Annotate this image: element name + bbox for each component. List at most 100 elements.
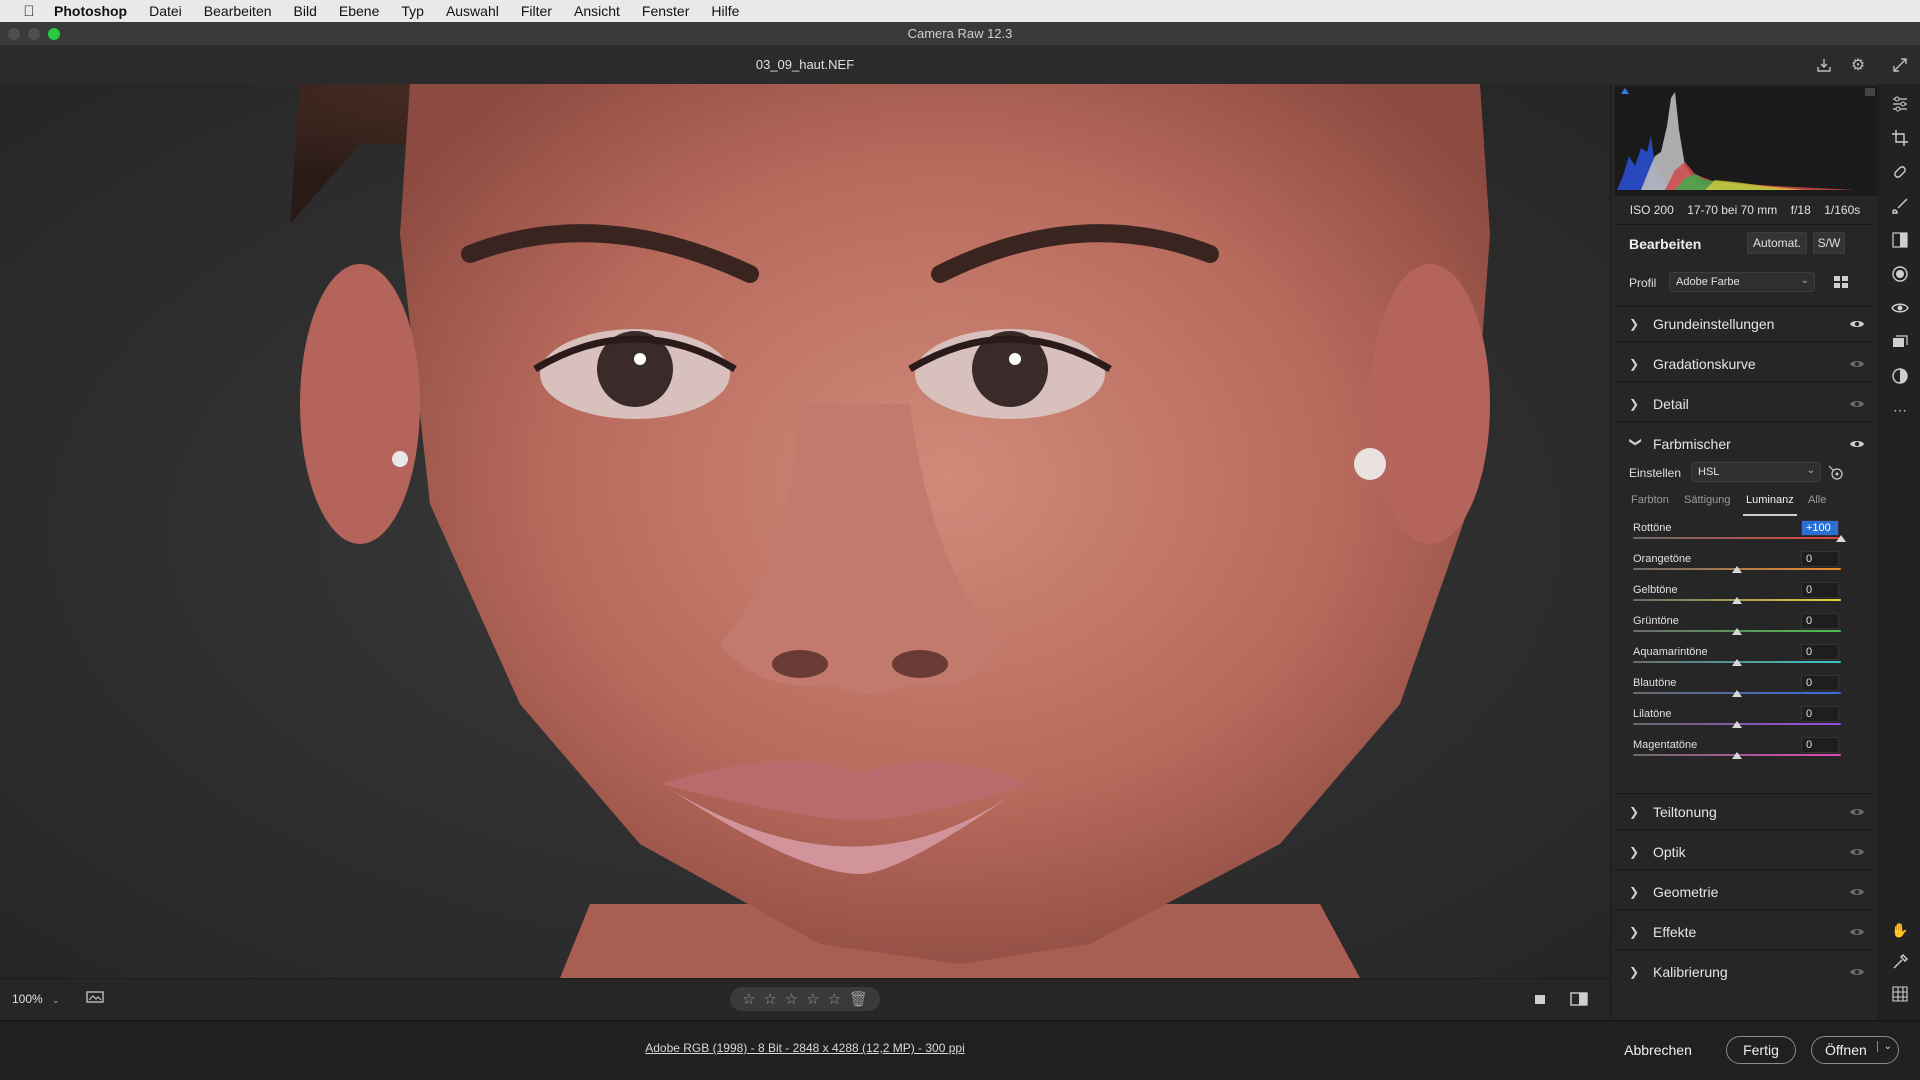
menu-hilfe[interactable]: Hilfe <box>711 3 739 19</box>
trash-icon[interactable]: 🗑 <box>849 990 868 1008</box>
slider-thumb[interactable] <box>1732 566 1742 573</box>
edit-panel: ISO 200 17-70 bei 70 mm f/18 1/160s Bear… <box>1610 84 1878 1020</box>
more-icon[interactable]: ⋯ <box>1890 400 1910 420</box>
eye-icon[interactable] <box>1849 396 1865 412</box>
star-4-icon[interactable]: ☆ <box>806 990 819 1008</box>
eye-icon[interactable] <box>1849 924 1865 940</box>
chevron-down-icon[interactable]: ⌄ <box>1876 1041 1892 1052</box>
tab-luminanz[interactable]: Luminanz <box>1746 494 1794 506</box>
image-canvas[interactable] <box>0 84 1610 978</box>
slider-value-input[interactable]: 0 <box>1801 551 1839 567</box>
eye-icon[interactable] <box>1849 964 1865 980</box>
zoom-level-select[interactable]: 100% ⌄ <box>12 992 60 1006</box>
cancel-button[interactable]: Abbrechen <box>1612 1036 1704 1064</box>
slider-thumb[interactable] <box>1732 628 1742 635</box>
window-title: Camera Raw 12.3 <box>907 26 1013 41</box>
snapshots-icon[interactable] <box>1890 332 1910 352</box>
slider-value-input[interactable]: 0 <box>1801 613 1839 629</box>
grid-icon[interactable] <box>1890 984 1910 1004</box>
slider-thumb[interactable] <box>1732 659 1742 666</box>
zoom-window-button[interactable] <box>48 28 60 40</box>
color-sampler-icon[interactable] <box>1890 952 1910 972</box>
star-3-icon[interactable]: ☆ <box>785 990 798 1008</box>
section-optik[interactable]: ❯ Optik <box>1611 836 1879 868</box>
close-window-button[interactable] <box>8 28 20 40</box>
healing-brush-icon[interactable] <box>1890 162 1910 182</box>
slider-value-input[interactable]: 0 <box>1801 737 1839 753</box>
slider-value-input[interactable]: 0 <box>1801 675 1839 691</box>
eye-icon[interactable] <box>1849 804 1865 820</box>
menu-fenster[interactable]: Fenster <box>642 3 689 19</box>
sliders-icon[interactable] <box>1890 94 1910 114</box>
profile-browser-icon[interactable] <box>1833 274 1849 290</box>
menu-datei[interactable]: Datei <box>149 3 182 19</box>
section-detail[interactable]: ❯ Detail <box>1611 388 1879 420</box>
profile-select[interactable]: Adobe Farbe ⌄ <box>1669 272 1815 292</box>
menu-bearbeiten[interactable]: Bearbeiten <box>204 3 272 19</box>
black-white-button[interactable]: S/W <box>1813 232 1845 254</box>
adjust-mode-select[interactable]: HSL ⌄ <box>1691 462 1821 482</box>
eye-icon[interactable] <box>1849 356 1865 372</box>
chevron-down-icon: ⌄ <box>1806 465 1815 476</box>
done-button[interactable]: Fertig <box>1726 1036 1796 1064</box>
slider-value-input[interactable]: +100 <box>1801 520 1839 536</box>
open-button[interactable]: Öffnen ⌄ <box>1811 1036 1899 1064</box>
menu-typ[interactable]: Typ <box>401 3 424 19</box>
hand-icon[interactable]: ✋ <box>1890 920 1910 940</box>
auto-button[interactable]: Automat. <box>1747 232 1807 254</box>
slider-thumb[interactable] <box>1732 721 1742 728</box>
eye-icon[interactable] <box>1849 844 1865 860</box>
histogram <box>1615 86 1877 196</box>
menu-photoshop[interactable]: Photoshop <box>54 3 127 19</box>
slider-track[interactable] <box>1633 537 1841 539</box>
divider <box>1615 909 1873 910</box>
workflow-options-link[interactable]: Adobe RGB (1998) - 8 Bit - 2848 x 4288 (… <box>0 1041 1610 1055</box>
slider-value-input[interactable]: 0 <box>1801 644 1839 660</box>
divider <box>1615 829 1873 830</box>
before-after-view-icon[interactable] <box>1570 991 1588 1007</box>
filmstrip-toggle-icon[interactable] <box>86 990 104 1006</box>
eye-icon[interactable] <box>1849 884 1865 900</box>
section-gradationskurve[interactable]: ❯ Gradationskurve <box>1611 348 1879 380</box>
tab-alle[interactable]: Alle <box>1808 494 1826 506</box>
fullscreen-icon[interactable] <box>1889 54 1911 76</box>
tab-saettigung[interactable]: Sättigung <box>1684 494 1730 506</box>
star-5-icon[interactable]: ☆ <box>828 990 841 1008</box>
crop-icon[interactable] <box>1890 128 1910 148</box>
menu-filter[interactable]: Filter <box>521 3 552 19</box>
menu-bild[interactable]: Bild <box>294 3 317 19</box>
slider-thumb[interactable] <box>1836 535 1846 542</box>
section-geometrie[interactable]: ❯ Geometrie <box>1611 876 1879 908</box>
save-image-icon[interactable] <box>1813 54 1835 76</box>
apple-logo-icon[interactable]:  <box>18 3 40 20</box>
presets-icon[interactable] <box>1890 366 1910 386</box>
brush-icon[interactable] <box>1890 196 1910 216</box>
tab-farbton[interactable]: Farbton <box>1631 494 1669 506</box>
targeted-adjustment-icon[interactable] <box>1827 464 1845 482</box>
section-effekte[interactable]: ❯ Effekte <box>1611 916 1879 948</box>
radial-filter-icon[interactable] <box>1890 264 1910 284</box>
star-1-icon[interactable]: ☆ <box>742 990 755 1008</box>
exif-info: ISO 200 17-70 bei 70 mm f/18 1/160s <box>1611 200 1879 220</box>
eye-icon[interactable] <box>1849 436 1865 452</box>
zoom-level-value: 100% <box>12 992 43 1006</box>
section-kalibrierung[interactable]: ❯ Kalibrierung <box>1611 956 1879 988</box>
slider-thumb[interactable] <box>1732 752 1742 759</box>
menu-ebene[interactable]: Ebene <box>339 3 379 19</box>
slider-thumb[interactable] <box>1732 690 1742 697</box>
single-view-icon[interactable] <box>1532 991 1548 1007</box>
gear-icon[interactable]: ⚙ <box>1847 54 1869 76</box>
redeye-icon[interactable] <box>1890 298 1910 318</box>
section-farbmischer[interactable]: ❯ Farbmischer <box>1611 428 1879 460</box>
slider-value-input[interactable]: 0 <box>1801 582 1839 598</box>
star-2-icon[interactable]: ☆ <box>763 990 776 1008</box>
eye-icon[interactable] <box>1849 316 1865 332</box>
menu-ansicht[interactable]: Ansicht <box>574 3 620 19</box>
section-grundeinstellungen[interactable]: ❯ Grundeinstellungen <box>1611 308 1879 340</box>
minimize-window-button[interactable] <box>28 28 40 40</box>
menu-auswahl[interactable]: Auswahl <box>446 3 499 19</box>
section-teiltonung[interactable]: ❯ Teiltonung <box>1611 796 1879 828</box>
slider-value-input[interactable]: 0 <box>1801 706 1839 722</box>
gradient-icon[interactable] <box>1890 230 1910 250</box>
slider-thumb[interactable] <box>1732 597 1742 604</box>
